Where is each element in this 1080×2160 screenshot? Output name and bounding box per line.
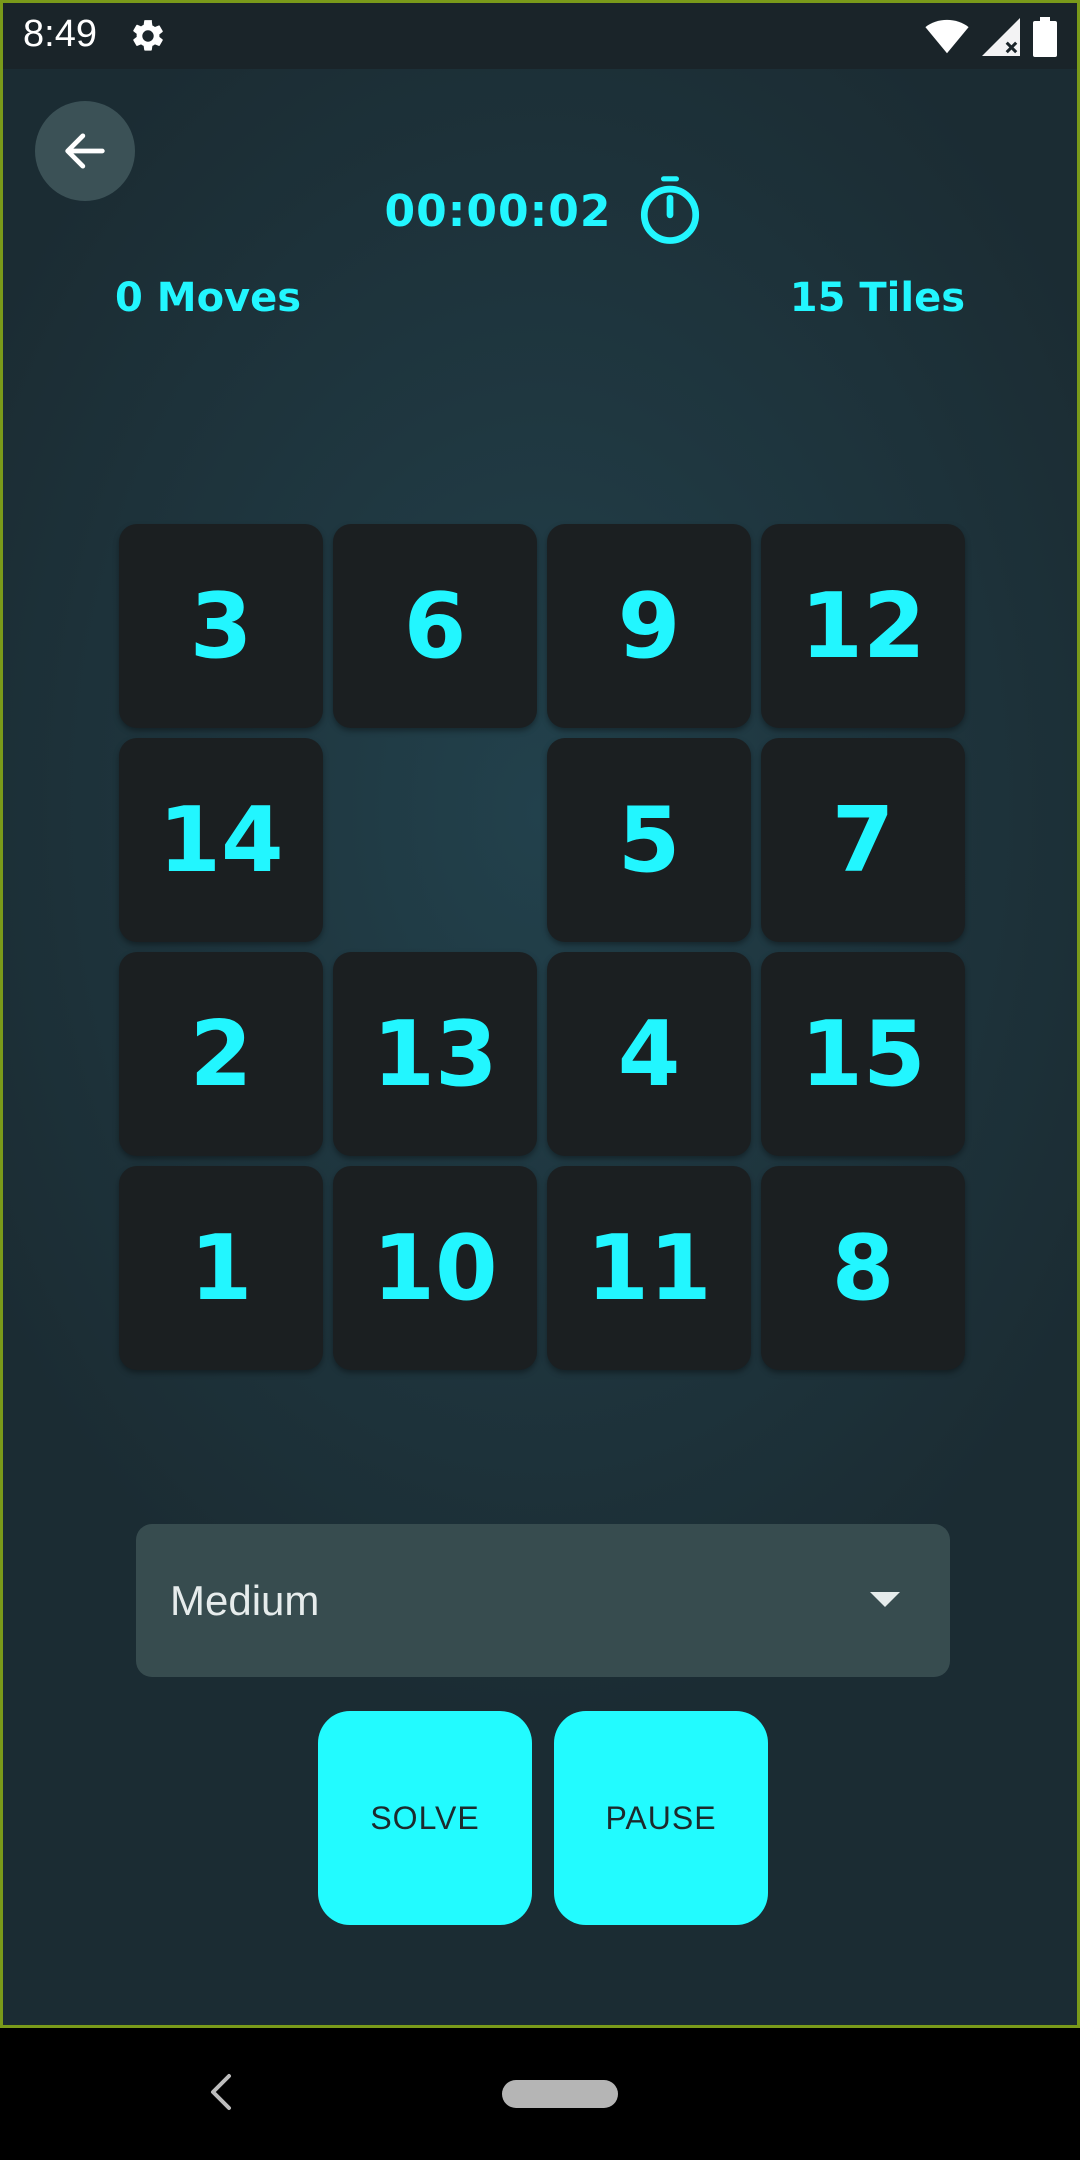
stopwatch-icon — [641, 176, 700, 244]
status-bar: 8:49 — [3, 3, 1077, 69]
difficulty-value: Medium — [170, 1576, 320, 1624]
timer-text: 00:00:02 — [384, 185, 612, 237]
arrow-left-icon — [65, 133, 105, 169]
puzzle-tile[interactable]: 12 — [761, 524, 965, 728]
puzzle-tile[interactable]: 6 — [333, 524, 537, 728]
battery-icon — [1033, 17, 1057, 57]
pause-button[interactable]: PAUSE — [554, 1711, 768, 1925]
puzzle-tile[interactable]: 5 — [547, 738, 751, 942]
signal-icon — [982, 18, 1020, 56]
puzzle-tile[interactable]: 13 — [333, 952, 537, 1156]
timer: 00:00:02 — [3, 175, 1077, 247]
app-screen: 8:49 00:00:02 0 Moves 15 Tiles 3 6 9 12 … — [0, 0, 1080, 2028]
puzzle-tile[interactable]: 2 — [119, 952, 323, 1156]
puzzle-tile[interactable]: 15 — [761, 952, 965, 1156]
difficulty-dropdown[interactable]: Medium — [136, 1524, 950, 1677]
wifi-icon — [925, 19, 969, 54]
puzzle-tile[interactable]: 9 — [547, 524, 751, 728]
nav-back-icon[interactable] — [206, 2072, 236, 2112]
moves-counter: 0 Moves — [115, 275, 302, 321]
navigation-bar — [0, 2028, 1080, 2160]
status-time: 8:49 — [23, 13, 97, 55]
status-icons — [925, 17, 1057, 57]
puzzle-tile[interactable]: 1 — [119, 1166, 323, 1370]
puzzle-tile[interactable]: 7 — [761, 738, 965, 942]
empty-slot — [333, 738, 537, 942]
puzzle-tile[interactable]: 8 — [761, 1166, 965, 1370]
gear-icon — [133, 20, 163, 51]
dropdown-arrow-icon — [870, 1592, 900, 1607]
puzzle-tile[interactable]: 10 — [333, 1166, 537, 1370]
puzzle-tile[interactable]: 3 — [119, 524, 323, 728]
puzzle-board: 3 6 9 12 14 5 7 2 13 4 15 1 10 11 8 — [119, 524, 967, 1372]
nav-home-pill[interactable] — [502, 2080, 618, 2108]
puzzle-tile[interactable]: 14 — [119, 738, 323, 942]
puzzle-tile[interactable]: 11 — [547, 1166, 751, 1370]
solve-button[interactable]: SOLVE — [318, 1711, 532, 1925]
tiles-counter: 15 Tiles — [789, 275, 965, 321]
puzzle-tile[interactable]: 4 — [547, 952, 751, 1156]
